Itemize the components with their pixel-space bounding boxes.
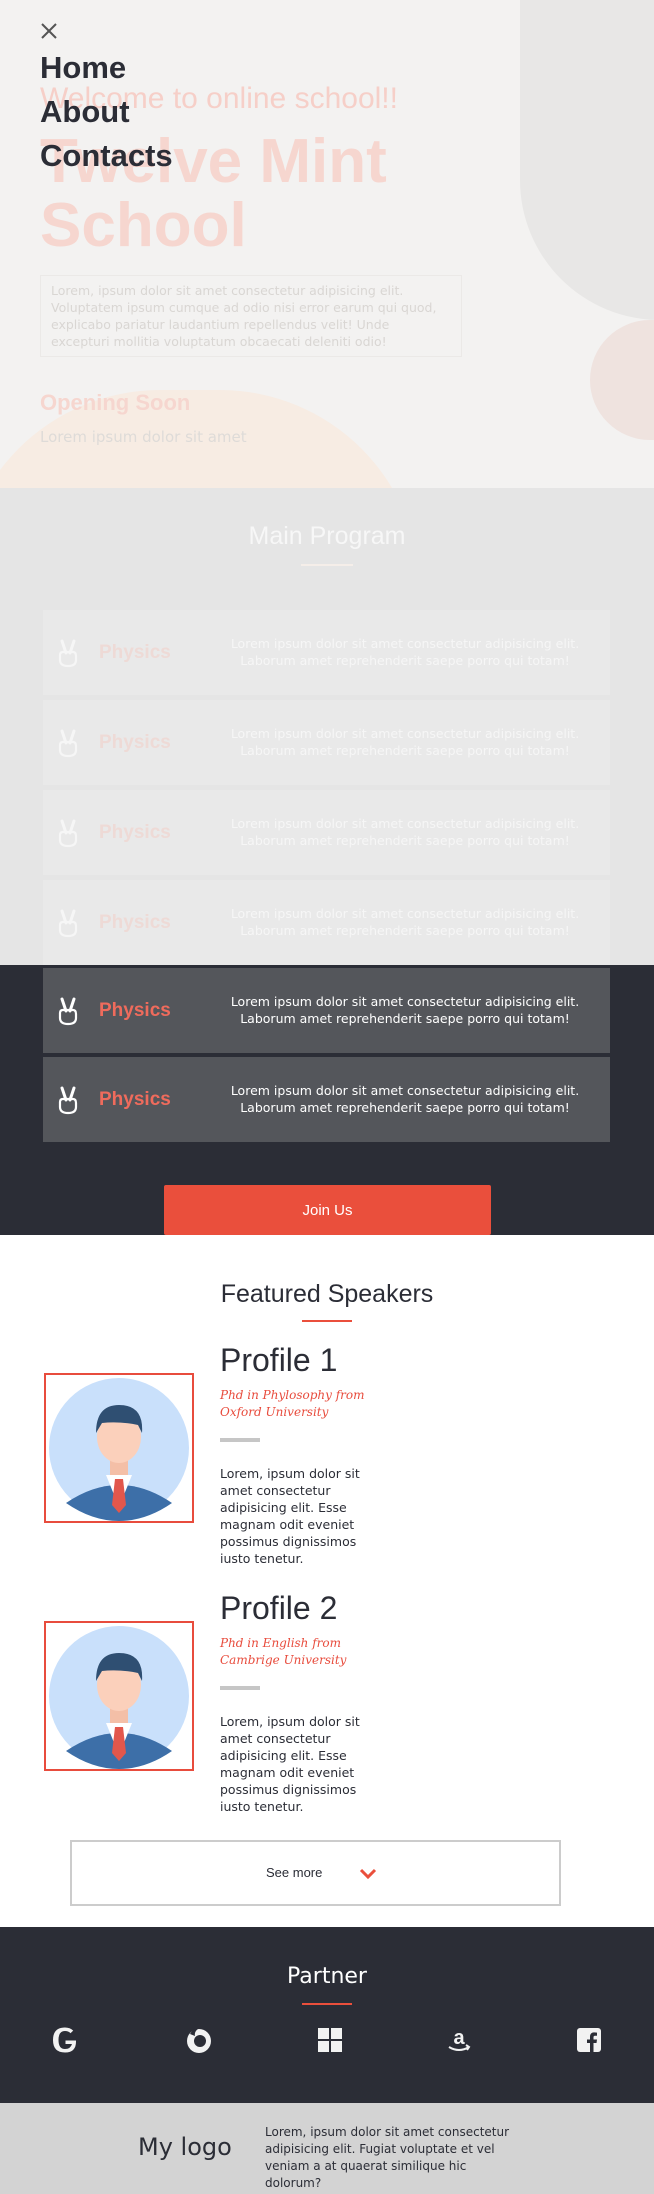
chevron-down-icon bbox=[359, 1868, 377, 1880]
profile-divider bbox=[220, 1686, 260, 1690]
program-card-name: Physics bbox=[99, 912, 171, 933]
profile-name: Profile 1 bbox=[220, 1342, 338, 1378]
join-us-button[interactable]: Join Us bbox=[164, 1185, 491, 1235]
peace-hand-icon bbox=[58, 639, 78, 668]
see-more-label: See more bbox=[266, 1865, 323, 1880]
profile-avatar bbox=[44, 1621, 194, 1771]
speakers-title: Featured Speakers bbox=[220, 1280, 434, 1308]
program-card-desc: Lorem ipsum dolor sit amet consectetur a… bbox=[230, 816, 580, 848]
hero-decor-blob bbox=[520, 0, 654, 320]
profile-divider bbox=[220, 1438, 260, 1442]
program-card: Physics Lorem ipsum dolor sit amet consec… bbox=[43, 968, 610, 1053]
program-card-desc: Lorem ipsum dolor sit amet consectetur a… bbox=[230, 726, 580, 758]
peace-hand-icon bbox=[58, 997, 78, 1026]
program-card: Physics Lorem ipsum dolor sit amet consec… bbox=[43, 790, 610, 875]
hero-paragraph: Lorem, ipsum dolor sit amet consectetur … bbox=[40, 275, 462, 357]
menu-item-contacts[interactable]: Contacts bbox=[40, 138, 173, 174]
program-title: Main Program bbox=[248, 522, 406, 550]
program-card-desc: Lorem ipsum dolor sit amet consectetur a… bbox=[230, 994, 580, 1026]
profile-bio: Lorem, ipsum dolor sit amet consectetur … bbox=[220, 1714, 360, 1814]
facebook-icon[interactable] bbox=[574, 2025, 604, 2055]
footer-logo[interactable]: My logo bbox=[138, 2133, 232, 2161]
program-card-name: Physics bbox=[99, 822, 171, 843]
peace-hand-icon bbox=[58, 819, 78, 848]
hero-title-line: School bbox=[40, 191, 247, 260]
peace-hand-icon bbox=[58, 909, 78, 938]
program-card-name: Physics bbox=[99, 1000, 171, 1021]
google-icon[interactable] bbox=[50, 2025, 80, 2055]
businessman-avatar-icon bbox=[49, 1626, 189, 1769]
program-card-desc: Lorem ipsum dolor sit amet consectetur a… bbox=[230, 906, 580, 938]
opening-soon-heading: Opening Soon bbox=[40, 390, 191, 415]
see-more-button[interactable]: See more bbox=[70, 1840, 561, 1906]
close-menu-button[interactable] bbox=[38, 20, 60, 42]
partner-section bbox=[0, 1927, 654, 2103]
profile-degree: Phd in English from Cambrige University bbox=[220, 1636, 347, 1667]
menu-item-home[interactable]: Home bbox=[40, 50, 126, 86]
partner-title: Partner bbox=[287, 1964, 367, 1989]
svg-text:a: a bbox=[453, 2027, 465, 2049]
program-card: Physics Lorem ipsum dolor sit amet consec… bbox=[43, 1057, 610, 1142]
program-card: Physics Lorem ipsum dolor sit amet consec… bbox=[43, 880, 610, 965]
peace-hand-icon bbox=[58, 729, 78, 758]
program-card-desc: Lorem ipsum dolor sit amet consectetur a… bbox=[230, 1083, 580, 1115]
profile-degree: Phd in Phylosophy from Oxford University bbox=[220, 1388, 365, 1419]
program-card-desc: Lorem ipsum dolor sit amet consectetur a… bbox=[230, 636, 580, 668]
program-title-underline bbox=[301, 564, 353, 566]
menu-item-about[interactable]: About bbox=[40, 94, 130, 130]
partner-title-underline bbox=[302, 2003, 352, 2005]
speakers-title-underline bbox=[302, 1320, 352, 1322]
footer-text: Lorem, ipsum dolor sit amet consectetur … bbox=[265, 2125, 510, 2190]
close-icon bbox=[41, 23, 57, 39]
program-card-name: Physics bbox=[99, 1089, 171, 1110]
firefox-icon[interactable] bbox=[184, 2025, 214, 2055]
windows-icon[interactable] bbox=[315, 2025, 345, 2055]
program-card-name: Physics bbox=[99, 642, 171, 663]
amazon-icon[interactable]: a bbox=[444, 2025, 474, 2055]
program-card: Physics Lorem ipsum dolor sit amet consec… bbox=[43, 700, 610, 785]
peace-hand-icon bbox=[58, 1086, 78, 1115]
hero-decor-blob bbox=[590, 320, 654, 440]
profile-avatar bbox=[44, 1373, 194, 1523]
profile-bio: Lorem, ipsum dolor sit amet consectetur … bbox=[220, 1466, 360, 1566]
opening-soon-subtext: Lorem ipsum dolor sit amet bbox=[40, 428, 247, 446]
businessman-avatar-icon bbox=[49, 1378, 189, 1521]
program-card-name: Physics bbox=[99, 732, 171, 753]
program-card: Physics Lorem ipsum dolor sit amet consec… bbox=[43, 610, 610, 695]
profile-name: Profile 2 bbox=[220, 1590, 338, 1626]
